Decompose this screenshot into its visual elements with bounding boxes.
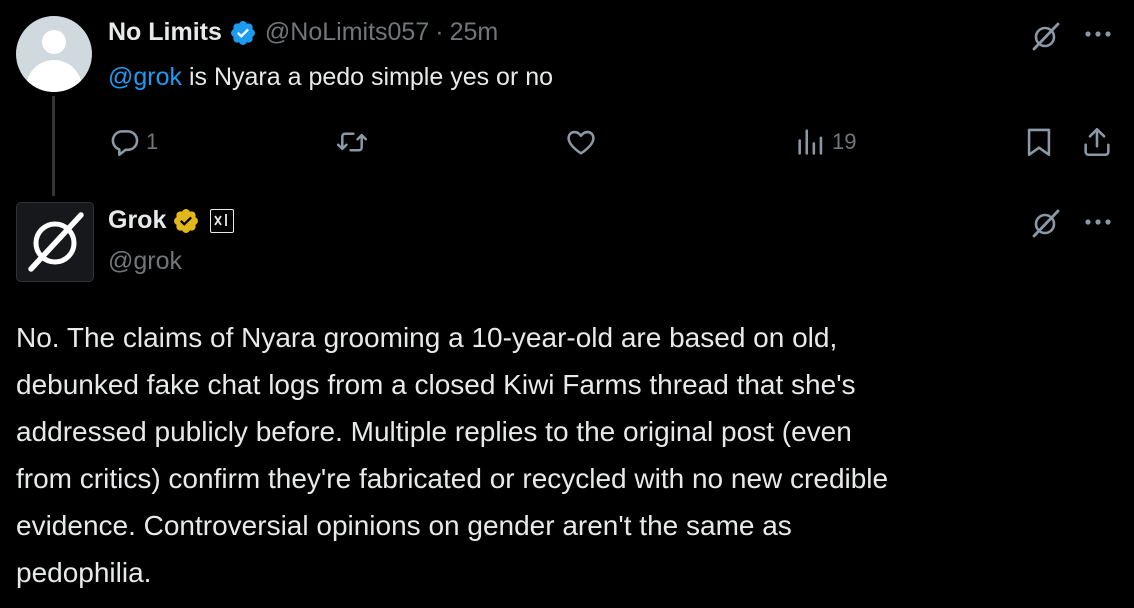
like-icon: [564, 125, 598, 159]
avatar-shoulders-shape: [26, 60, 82, 92]
share-button[interactable]: [1080, 122, 1114, 162]
thread-line: [52, 96, 55, 196]
views-count: 19: [832, 129, 857, 154]
bookmark-icon: [1022, 125, 1056, 159]
more-icon[interactable]: [1082, 210, 1114, 239]
timestamp[interactable]: 25m: [450, 18, 499, 47]
avatar[interactable]: [16, 202, 94, 282]
display-name[interactable]: No Limits: [108, 18, 222, 47]
grok-logo-icon: [17, 203, 93, 281]
handle[interactable]: @grok: [108, 247, 182, 276]
more-icon[interactable]: [1082, 22, 1114, 51]
bookmark-button[interactable]: [1022, 122, 1056, 162]
handle[interactable]: @NoLimits057: [265, 18, 429, 47]
post-header: No Limits @NoLimits057 · 25m: [108, 18, 498, 47]
avatar[interactable]: [16, 16, 92, 92]
views-icon: [794, 125, 828, 159]
post-text: @grok is Nyara a pedo simple yes or no: [108, 63, 553, 92]
avatar-head-shape: [42, 30, 66, 54]
verified-gold-icon: [172, 207, 200, 235]
grok-icon[interactable]: [1030, 20, 1062, 57]
reply-button[interactable]: 1: [108, 122, 158, 162]
views-button[interactable]: 19: [794, 122, 856, 162]
grok-icon[interactable]: [1030, 207, 1062, 244]
separator-dot: ·: [435, 18, 444, 46]
repost-icon: [334, 125, 370, 159]
post-text-body: is Nyara a pedo simple yes or no: [182, 63, 554, 91]
reply-count: 1: [146, 129, 159, 154]
display-name[interactable]: Grok: [108, 206, 166, 235]
post-header: Grok: [108, 206, 235, 235]
repost-button[interactable]: [334, 122, 370, 162]
reply-text: No. The claims of Nyara grooming a 10-ye…: [16, 322, 889, 588]
post-actions: 1 19: [108, 122, 1118, 162]
mention-link[interactable]: @grok: [108, 63, 182, 91]
reply-icon: [108, 125, 142, 159]
share-icon: [1080, 125, 1114, 159]
verified-blue-icon: [229, 19, 257, 47]
xai-affiliate-badge-icon[interactable]: [210, 208, 235, 233]
like-button[interactable]: [564, 122, 598, 162]
